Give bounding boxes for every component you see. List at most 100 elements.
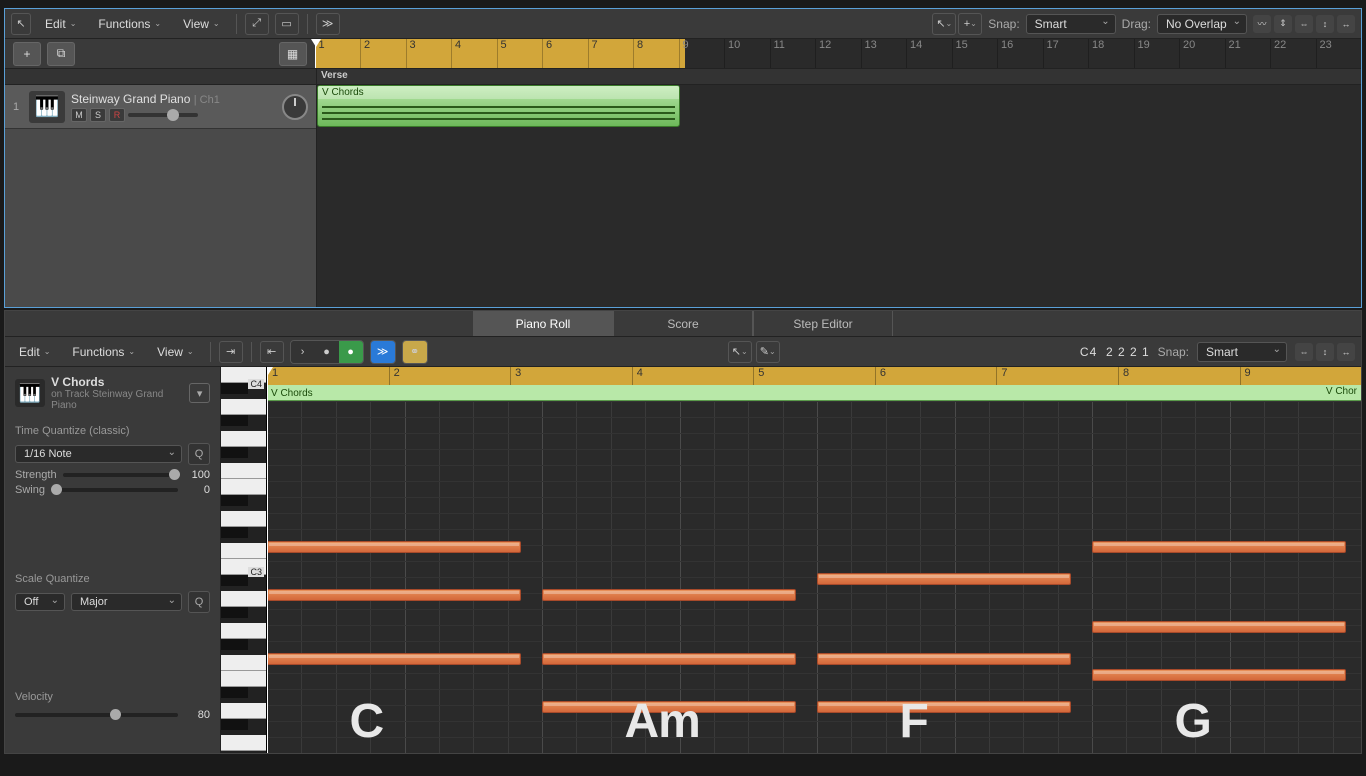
- volume-slider[interactable]: [128, 113, 198, 117]
- ruler-bar: 17: [1043, 39, 1089, 68]
- editor-snap-dropdown[interactable]: Smart: [1197, 342, 1287, 362]
- zoom-v-slider-icon[interactable]: ↕: [1316, 15, 1334, 33]
- ruler-bar: 10: [724, 39, 770, 68]
- scale-root-dropdown[interactable]: Off: [15, 593, 65, 611]
- snap-dropdown[interactable]: Smart: [1026, 14, 1116, 34]
- midi-note[interactable]: [817, 653, 1071, 665]
- swing-slider[interactable]: [51, 488, 178, 492]
- hzoom-icon[interactable]: ⇔: [1295, 15, 1313, 33]
- zoom-h-slider-icon[interactable]: ↔: [1337, 15, 1355, 33]
- time-quantize-label: Time Quantize (classic): [15, 425, 210, 437]
- ruler-bar: 20: [1179, 39, 1225, 68]
- mute-button[interactable]: M: [71, 108, 87, 122]
- midi-note[interactable]: [817, 573, 1071, 585]
- link-icon[interactable]: ▭: [275, 13, 299, 35]
- link-pill[interactable]: ⚭: [402, 340, 428, 364]
- midi-note[interactable]: [542, 589, 796, 601]
- region-name: V Chords: [318, 86, 679, 99]
- midi-note[interactable]: [1092, 621, 1346, 633]
- midi-in-pill[interactable]: ›●●: [290, 340, 364, 364]
- midi-note[interactable]: [267, 589, 521, 601]
- track-row[interactable]: 1 🎹 Steinway Grand Piano | Ch1 M S R: [5, 85, 316, 129]
- strength-slider[interactable]: [63, 473, 178, 477]
- track-channel: | Ch1: [194, 94, 220, 106]
- solo-button[interactable]: S: [90, 108, 106, 122]
- roll-ruler-bar: 8: [1118, 367, 1240, 385]
- pan-knob[interactable]: [282, 94, 308, 120]
- scale-type-dropdown[interactable]: Major: [71, 593, 182, 611]
- velocity-label: Velocity: [15, 691, 210, 703]
- drag-dropdown[interactable]: No Overlap: [1157, 14, 1247, 34]
- edit-menu[interactable]: Edit⌄: [37, 13, 84, 35]
- view-menu[interactable]: View⌄: [175, 13, 228, 35]
- midi-note[interactable]: [267, 541, 521, 553]
- midi-region[interactable]: V Chords: [317, 85, 680, 127]
- waveform-zoom-icon[interactable]: 〰: [1253, 15, 1271, 33]
- midi-note[interactable]: [542, 653, 796, 665]
- add-track-button[interactable]: +: [13, 42, 41, 66]
- ruler-bar: 2: [360, 39, 406, 68]
- snap-label: Snap:: [988, 17, 1019, 31]
- swing-value: 0: [184, 484, 210, 496]
- roll-ruler-bar: 9: [1240, 367, 1362, 385]
- marker-verse[interactable]: Verse: [321, 70, 348, 81]
- scale-quantize-button[interactable]: Q: [188, 591, 210, 613]
- arrange-ruler[interactable]: 1234567891011121314151617181920212223: [315, 39, 1362, 68]
- editor-hzoom-icon[interactable]: ⇔: [1295, 343, 1313, 361]
- pointer-tool-icon[interactable]: ↖⌄: [932, 13, 956, 35]
- playhead[interactable]: [315, 39, 316, 68]
- editor-vzoom-slider-icon[interactable]: ↕: [1316, 343, 1334, 361]
- piano-roll-region-strip[interactable]: V Chords V Chor: [267, 385, 1361, 401]
- quantize-button[interactable]: Q: [188, 443, 210, 465]
- editor-edit-menu[interactable]: Edit⌄: [11, 341, 58, 363]
- show-hide-icon[interactable]: ⇤: [260, 341, 284, 363]
- track-number: 1: [13, 101, 23, 113]
- ruler-bar: 6: [542, 39, 588, 68]
- editor-functions-menu[interactable]: Functions⌄: [64, 341, 143, 363]
- roll-ruler-bar: 5: [753, 367, 875, 385]
- editor-view-menu[interactable]: View⌄: [149, 341, 202, 363]
- inspector-toggle-button[interactable]: ▾: [189, 383, 210, 403]
- tab-piano-roll[interactable]: Piano Roll: [473, 311, 613, 336]
- midi-note[interactable]: [817, 701, 1071, 713]
- editor-pointer-tool-icon[interactable]: ↖⌄: [728, 341, 752, 363]
- record-enable-button[interactable]: R: [109, 108, 125, 122]
- piano-roll-ruler[interactable]: 123456789: [267, 367, 1361, 385]
- editor-pencil-tool-icon[interactable]: ✎⌄: [756, 341, 780, 363]
- tab-score[interactable]: Score: [613, 311, 753, 336]
- ruler-bar: 12: [815, 39, 861, 68]
- ruler-bar: 8: [633, 39, 679, 68]
- ruler-bar: 16: [997, 39, 1043, 68]
- ruler-bar: 21: [1225, 39, 1271, 68]
- editor-hzoom-slider-icon[interactable]: ↔: [1337, 343, 1355, 361]
- tab-step-editor[interactable]: Step Editor: [753, 311, 893, 336]
- back-icon[interactable]: ↖: [11, 13, 31, 35]
- global-tracks-button[interactable]: ▦: [279, 42, 307, 66]
- catch-pill[interactable]: ≫: [370, 340, 396, 364]
- velocity-slider[interactable]: [15, 713, 178, 717]
- duplicate-track-button[interactable]: ⧉: [47, 42, 75, 66]
- catch-icon[interactable]: ≫: [316, 13, 340, 35]
- piano-keyboard[interactable]: C4C3: [221, 367, 267, 753]
- auto-zoom-icon[interactable]: ⤢: [245, 13, 269, 35]
- midi-note[interactable]: [267, 653, 521, 665]
- midi-note[interactable]: [1092, 669, 1346, 681]
- functions-menu[interactable]: Functions⌄: [90, 13, 169, 35]
- drag-label: Drag:: [1122, 17, 1151, 31]
- time-quantize-dropdown[interactable]: 1/16 Note: [15, 445, 182, 463]
- chord-label: G: [1175, 694, 1211, 749]
- collapse-icon[interactable]: ⇥: [219, 341, 243, 363]
- roll-ruler-bar: 1: [267, 367, 389, 385]
- inspector-track-label: on Track Steinway Grand Piano: [51, 389, 183, 411]
- roll-ruler-bar: 4: [632, 367, 754, 385]
- alt-tool-icon[interactable]: +⌄: [958, 13, 982, 35]
- midi-note[interactable]: [1092, 541, 1346, 553]
- chord-label: F: [900, 694, 928, 749]
- ruler-bar: 1: [315, 39, 361, 68]
- ruler-bar: 13: [861, 39, 907, 68]
- scale-quantize-label: Scale Quantize: [15, 573, 210, 585]
- instrument-icon[interactable]: 🎹: [29, 91, 65, 123]
- ruler-bar: 18: [1088, 39, 1134, 68]
- piano-roll-playhead[interactable]: [267, 367, 268, 753]
- vzoom-icon[interactable]: ⇕: [1274, 15, 1292, 33]
